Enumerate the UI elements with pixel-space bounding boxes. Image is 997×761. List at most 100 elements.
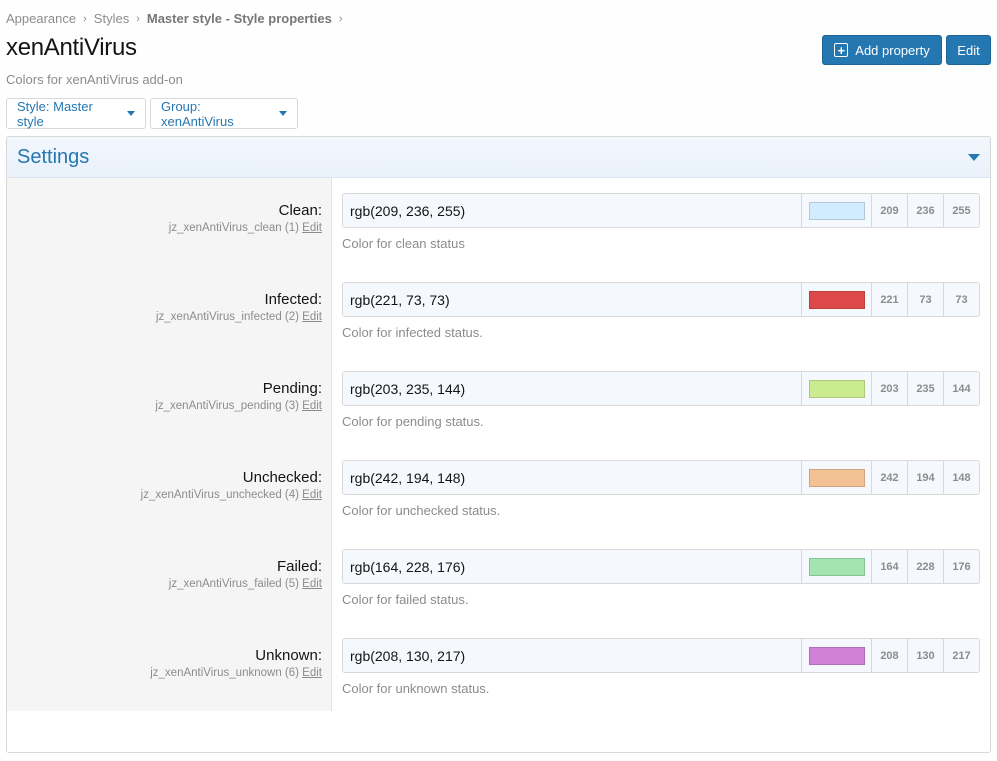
property-description: Color for failed status. (342, 592, 469, 607)
page-title: xenAntiVirus (6, 34, 137, 61)
color-field[interactable]: rgb(209, 236, 255) 209 236 255 (342, 193, 980, 228)
property-description: Color for unknown status. (342, 681, 490, 696)
page-description: Colors for xenAntiVirus add-on (6, 72, 183, 87)
property-description: Color for infected status. (342, 325, 483, 340)
property-row: Failed: jz_xenAntiVirus_failed (5) Edit … (7, 534, 990, 623)
collapse-caret-icon[interactable] (968, 153, 980, 161)
add-property-button[interactable]: + Add property (822, 35, 942, 65)
property-label-block: Pending: jz_xenAntiVirus_pending (3) Edi… (155, 380, 322, 412)
color-swatch-button[interactable] (801, 550, 871, 583)
blue-value: 73 (943, 283, 979, 316)
color-swatch-button[interactable] (801, 639, 871, 672)
property-row: Unknown: jz_xenAntiVirus_unknown (6) Edi… (7, 623, 990, 712)
red-value: 242 (871, 461, 907, 494)
style-filter-label: Style: Master style (17, 98, 93, 129)
red-value: 164 (871, 550, 907, 583)
caret-down-icon (279, 111, 287, 116)
property-description: Color for clean status (342, 236, 465, 251)
breadcrumb-styles[interactable]: Styles (94, 11, 129, 26)
color-swatch (808, 201, 865, 220)
green-value: 228 (907, 550, 943, 583)
property-meta: jz_xenAntiVirus_failed (5) Edit (169, 578, 322, 590)
color-value-input[interactable]: rgb(208, 130, 217) (343, 639, 801, 672)
red-value: 209 (871, 194, 907, 227)
property-meta: jz_xenAntiVirus_pending (3) Edit (155, 400, 322, 412)
breadcrumb: Appearance › Styles › Master style - Sty… (6, 11, 350, 26)
breadcrumb-style-properties[interactable]: Master style - Style properties (147, 11, 332, 26)
property-edit-link[interactable]: Edit (302, 222, 322, 234)
chevron-right-icon: › (83, 12, 87, 25)
blue-value: 144 (943, 372, 979, 405)
green-value: 235 (907, 372, 943, 405)
blue-value: 148 (943, 461, 979, 494)
property-id: jz_xenAntiVirus_unknown (6) (150, 667, 299, 679)
color-swatch (808, 468, 865, 487)
property-label: Unknown: (255, 647, 322, 664)
green-value: 130 (907, 639, 943, 672)
property-edit-link[interactable]: Edit (302, 667, 322, 679)
property-label-block: Unknown: jz_xenAntiVirus_unknown (6) Edi… (150, 647, 322, 679)
property-label: Infected: (264, 291, 322, 308)
property-row: Infected: jz_xenAntiVirus_infected (2) E… (7, 267, 990, 356)
property-label-block: Unchecked: jz_xenAntiVirus_unchecked (4)… (141, 469, 322, 501)
color-swatch (808, 646, 865, 665)
property-meta: jz_xenAntiVirus_unknown (6) Edit (150, 667, 322, 679)
property-meta: jz_xenAntiVirus_clean (1) Edit (169, 222, 322, 234)
color-field[interactable]: rgb(221, 73, 73) 221 73 73 (342, 282, 980, 317)
blue-value: 255 (943, 194, 979, 227)
color-value-input[interactable]: rgb(203, 235, 144) (343, 372, 801, 405)
property-label: Failed: (276, 558, 322, 575)
color-field[interactable]: rgb(203, 235, 144) 203 235 144 (342, 371, 980, 406)
green-value: 194 (907, 461, 943, 494)
color-value-input[interactable]: rgb(164, 228, 176) (343, 550, 801, 583)
green-value: 73 (907, 283, 943, 316)
breadcrumb-appearance[interactable]: Appearance (6, 11, 76, 26)
property-label: Unchecked: (242, 469, 322, 486)
property-id: jz_xenAntiVirus_infected (2) (155, 311, 299, 323)
color-field[interactable]: rgb(242, 194, 148) 242 194 148 (342, 460, 980, 495)
property-description: Color for pending status. (342, 414, 484, 429)
red-value: 203 (871, 372, 907, 405)
property-id: jz_xenAntiVirus_unchecked (4) (140, 489, 299, 501)
property-id: jz_xenAntiVirus_failed (5) (168, 578, 299, 590)
color-swatch-button[interactable] (801, 372, 871, 405)
color-swatch (808, 290, 865, 309)
edit-button[interactable]: Edit (946, 35, 991, 65)
color-swatch (808, 379, 865, 398)
blue-value: 217 (943, 639, 979, 672)
group-filter-label: Group: xenAntiVirus (161, 98, 234, 129)
color-swatch-button[interactable] (801, 461, 871, 494)
color-field[interactable]: rgb(208, 130, 217) 208 130 217 (342, 638, 980, 673)
color-swatch (808, 557, 865, 576)
property-label: Clean: (278, 202, 322, 219)
color-value-input[interactable]: rgb(221, 73, 73) (343, 283, 801, 316)
edit-label: Edit (957, 42, 980, 58)
property-edit-link[interactable]: Edit (302, 489, 322, 501)
green-value: 236 (907, 194, 943, 227)
property-row: Clean: jz_xenAntiVirus_clean (1) Edit rg… (7, 178, 990, 267)
style-filter-dropdown[interactable]: Style: Master style (6, 98, 146, 129)
settings-panel: Settings Clean: jz_xenAntiVirus_clean (1… (6, 136, 991, 753)
settings-panel-header[interactable]: Settings (7, 137, 990, 178)
color-swatch-button[interactable] (801, 283, 871, 316)
add-property-label: Add property (855, 42, 930, 58)
color-field[interactable]: rgb(164, 228, 176) 164 228 176 (342, 549, 980, 584)
property-meta: jz_xenAntiVirus_unchecked (4) Edit (141, 489, 322, 501)
blue-value: 176 (943, 550, 979, 583)
red-value: 221 (871, 283, 907, 316)
chevron-right-icon: › (136, 12, 140, 25)
group-filter-dropdown[interactable]: Group: xenAntiVirus (150, 98, 298, 129)
color-value-input[interactable]: rgb(209, 236, 255) (343, 194, 801, 227)
property-edit-link[interactable]: Edit (302, 311, 322, 323)
red-value: 208 (871, 639, 907, 672)
property-edit-link[interactable]: Edit (302, 578, 322, 590)
property-description: Color for unchecked status. (342, 503, 501, 518)
property-id: jz_xenAntiVirus_clean (1) (168, 222, 299, 234)
color-swatch-button[interactable] (801, 194, 871, 227)
caret-down-icon (127, 111, 135, 116)
color-value-input[interactable]: rgb(242, 194, 148) (343, 461, 801, 494)
property-row: Unchecked: jz_xenAntiVirus_unchecked (4)… (7, 445, 990, 534)
property-label-block: Infected: jz_xenAntiVirus_infected (2) E… (156, 291, 322, 323)
property-label-block: Failed: jz_xenAntiVirus_failed (5) Edit (169, 558, 322, 590)
property-edit-link[interactable]: Edit (302, 400, 322, 412)
